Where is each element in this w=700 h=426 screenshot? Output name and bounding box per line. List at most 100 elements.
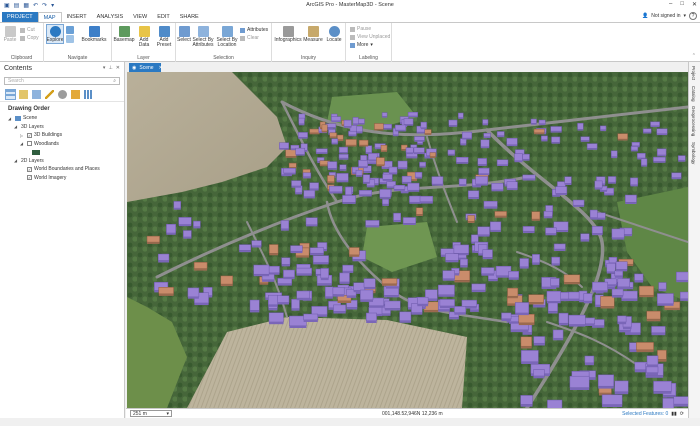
building-3d[interactable] [637,153,646,159]
list-by-data-source-icon[interactable] [19,90,28,99]
building-3d[interactable] [532,254,540,264]
building-3d[interactable] [379,189,391,198]
building-3d[interactable] [594,180,603,189]
world-boundaries-checkbox[interactable]: ✓ [27,166,32,172]
building-3d[interactable] [342,195,356,203]
building-3d[interactable] [610,150,618,157]
add-preset-button[interactable]: Add Preset [154,26,174,48]
building-3d[interactable] [358,160,368,167]
unextruded-building[interactable] [158,287,174,295]
building-3d[interactable] [298,117,305,125]
building-3d[interactable] [656,148,667,156]
building-3d[interactable] [251,240,262,246]
building-3d[interactable] [320,268,329,279]
building-3d[interactable] [477,226,490,236]
building-3d[interactable] [309,247,324,254]
building-3d[interactable] [533,369,545,377]
building-3d[interactable] [401,175,412,183]
tree-3d-buildings[interactable]: ▷ ✓ 3D Buildings [8,131,124,140]
unextruded-building[interactable] [520,336,532,347]
help-icon[interactable]: ? [689,12,697,20]
building-3d[interactable] [329,185,343,193]
building-3d[interactable] [283,167,296,174]
building-3d[interactable] [348,130,357,136]
building-3d[interactable] [646,355,659,366]
building-3d[interactable] [501,312,512,320]
building-3d[interactable] [650,121,660,127]
collapse-icon[interactable]: ◢ [8,116,13,121]
building-3d[interactable] [407,182,420,191]
building-3d[interactable] [342,264,354,272]
unextruded-building[interactable] [636,342,654,351]
building-3d[interactable] [407,111,418,117]
woodlands-checkbox[interactable] [27,141,32,147]
bookmarks-button[interactable]: Bookmarks [80,26,108,43]
paste-button[interactable]: Paste [3,26,17,43]
building-3d[interactable] [173,201,182,209]
building-3d[interactable] [558,312,569,324]
refresh-icon[interactable]: ⟳ [680,411,684,417]
building-3d[interactable] [279,142,289,149]
building-3d[interactable] [515,302,530,314]
building-3d[interactable] [651,326,666,334]
building-3d[interactable] [471,234,479,243]
building-3d[interactable] [677,155,686,161]
tree-world-imagery[interactable]: ✓ World Imagery [8,174,124,183]
building-3d[interactable] [290,245,303,252]
building-3d[interactable] [438,284,455,296]
tab-symbology-pane[interactable]: Symbology [691,142,696,164]
building-3d[interactable] [580,233,590,240]
building-3d[interactable] [295,147,305,155]
building-3d[interactable] [365,220,380,226]
building-3d[interactable] [607,176,617,183]
building-3d[interactable] [547,302,558,312]
building-3d[interactable] [482,249,493,258]
building-3d[interactable] [456,157,469,163]
building-3d[interactable] [522,153,530,160]
view-unplaced-button[interactable]: View Unplaced [350,34,390,40]
building-3d[interactable] [393,212,402,221]
unextruded-building[interactable] [657,349,667,360]
building-3d[interactable] [646,366,659,373]
building-3d[interactable] [365,145,373,153]
building-3d[interactable] [297,132,308,138]
list-by-selection-icon[interactable] [32,90,41,99]
building-3d[interactable] [303,313,319,321]
building-3d[interactable] [409,195,422,203]
building-3d[interactable] [338,146,348,153]
building-3d[interactable] [519,258,529,267]
building-3d[interactable] [475,176,488,185]
building-3d[interactable] [508,271,519,279]
building-3d[interactable] [583,293,593,302]
tab-edit[interactable]: EDIT [152,12,175,22]
building-3d[interactable] [679,291,688,300]
unextruded-building[interactable] [600,296,615,307]
pane-options-icon[interactable]: ▾ [103,65,106,71]
building-3d[interactable] [343,119,352,127]
tab-project-pane[interactable]: Project [691,66,696,80]
list-by-charts-icon[interactable] [84,90,93,99]
building-3d[interactable] [360,289,374,301]
measure-button[interactable]: Measure [303,26,323,43]
building-3d[interactable] [630,177,639,186]
building-3d[interactable] [550,126,562,132]
unextruded-building[interactable] [415,207,424,215]
building-3d[interactable] [653,156,666,162]
unextruded-building[interactable] [507,287,519,297]
building-3d[interactable] [478,167,490,174]
building-3d[interactable] [520,350,539,362]
building-3d[interactable] [403,118,414,125]
building-3d[interactable] [631,142,640,147]
building-3d[interactable] [339,272,350,283]
building-3d[interactable] [600,125,607,130]
building-3d[interactable] [589,209,598,218]
building-3d[interactable] [384,300,401,309]
building-3d[interactable] [388,166,398,174]
building-3d[interactable] [642,128,652,133]
building-3d[interactable] [577,122,584,130]
selected-features-indicator[interactable]: Selected Features: 0 ▮▮ ⟳ [622,411,684,417]
building-3d[interactable] [249,299,260,311]
building-3d[interactable] [166,223,176,234]
building-3d[interactable] [481,267,495,274]
tab-project[interactable]: PROJECT [2,12,38,22]
